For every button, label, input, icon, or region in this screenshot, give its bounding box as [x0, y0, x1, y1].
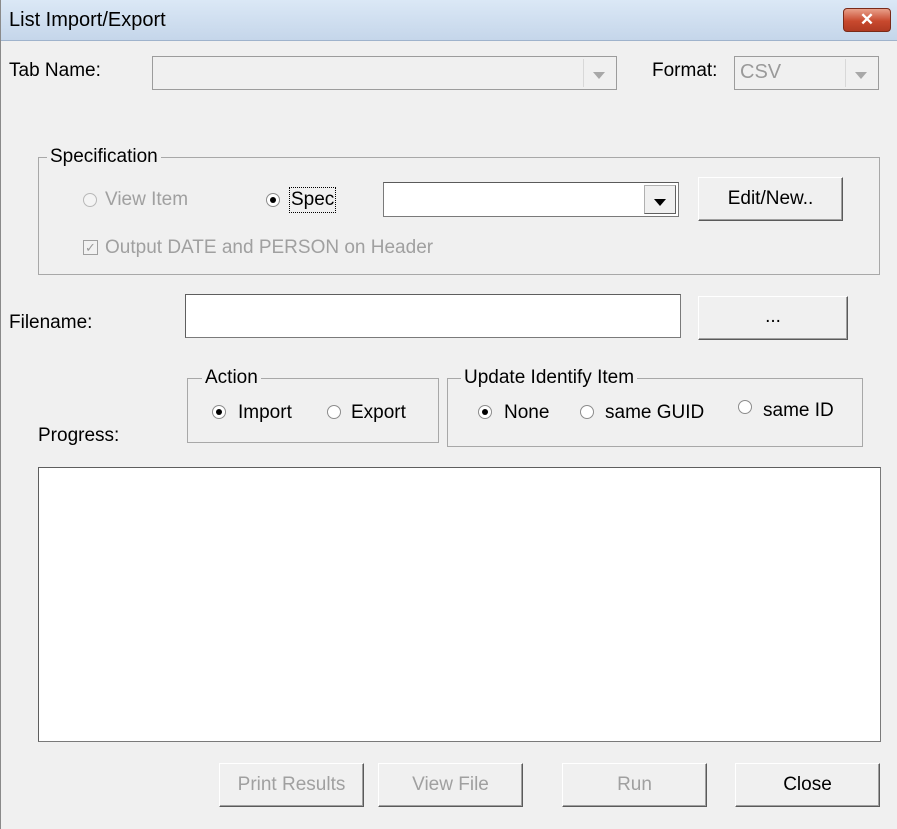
filename-input[interactable] — [185, 294, 681, 338]
edit-new-label: Edit/New.. — [727, 188, 814, 209]
output-header-checkbox[interactable]: ✓ — [83, 240, 98, 255]
export-radio[interactable] — [327, 405, 341, 419]
export-label: Export — [351, 402, 406, 423]
run-button[interactable]: Run — [562, 763, 707, 807]
format-label: Format: — [652, 60, 718, 81]
none-radio[interactable] — [478, 405, 492, 419]
tab-name-label: Tab Name: — [9, 60, 101, 81]
same-id-radio[interactable] — [738, 400, 752, 414]
spec-label: Spec — [288, 187, 337, 213]
view-file-button[interactable]: View File — [378, 763, 523, 807]
title-bar: List Import/Export ✕ — [1, 0, 897, 41]
spec-combo[interactable] — [383, 182, 679, 217]
browse-button[interactable]: ... — [698, 296, 848, 340]
window-title: List Import/Export — [9, 9, 166, 31]
print-results-label: Print Results — [237, 774, 346, 795]
filename-label: Filename: — [9, 312, 93, 333]
progress-output[interactable] — [38, 467, 881, 742]
same-guid-radio[interactable] — [580, 405, 594, 419]
list-import-export-dialog: List Import/Export ✕ Tab Name: Format: C… — [0, 0, 897, 829]
update-identify-legend: Update Identify Item — [461, 367, 638, 389]
output-header-label: Output DATE and PERSON on Header — [105, 237, 434, 258]
view-file-label: View File — [412, 774, 489, 795]
import-label: Import — [238, 402, 292, 423]
spec-radio[interactable] — [266, 193, 280, 207]
action-legend: Action — [202, 367, 261, 389]
run-label: Run — [617, 774, 652, 795]
chevron-down-icon[interactable] — [583, 59, 614, 87]
format-value: CSV — [740, 61, 782, 83]
none-label: None — [504, 402, 550, 423]
close-label: Close — [783, 774, 832, 795]
progress-label: Progress: — [38, 425, 120, 446]
chevron-down-icon[interactable] — [845, 59, 876, 87]
edit-new-button[interactable]: Edit/New.. — [698, 177, 843, 221]
same-guid-label: same GUID — [605, 402, 705, 423]
tab-name-combo[interactable] — [152, 56, 617, 90]
same-id-label: same ID — [763, 400, 834, 421]
specification-legend: Specification — [47, 146, 161, 168]
view-item-label: View Item — [105, 189, 189, 210]
format-combo[interactable]: CSV — [734, 56, 879, 90]
close-window-button[interactable]: ✕ — [843, 8, 891, 32]
view-item-radio[interactable] — [83, 193, 97, 207]
close-button[interactable]: Close — [735, 763, 880, 807]
import-radio[interactable] — [212, 405, 226, 419]
close-icon: ✕ — [859, 10, 875, 29]
chevron-down-icon[interactable] — [644, 185, 676, 214]
print-results-button[interactable]: Print Results — [219, 763, 364, 807]
browse-label: ... — [765, 306, 781, 327]
